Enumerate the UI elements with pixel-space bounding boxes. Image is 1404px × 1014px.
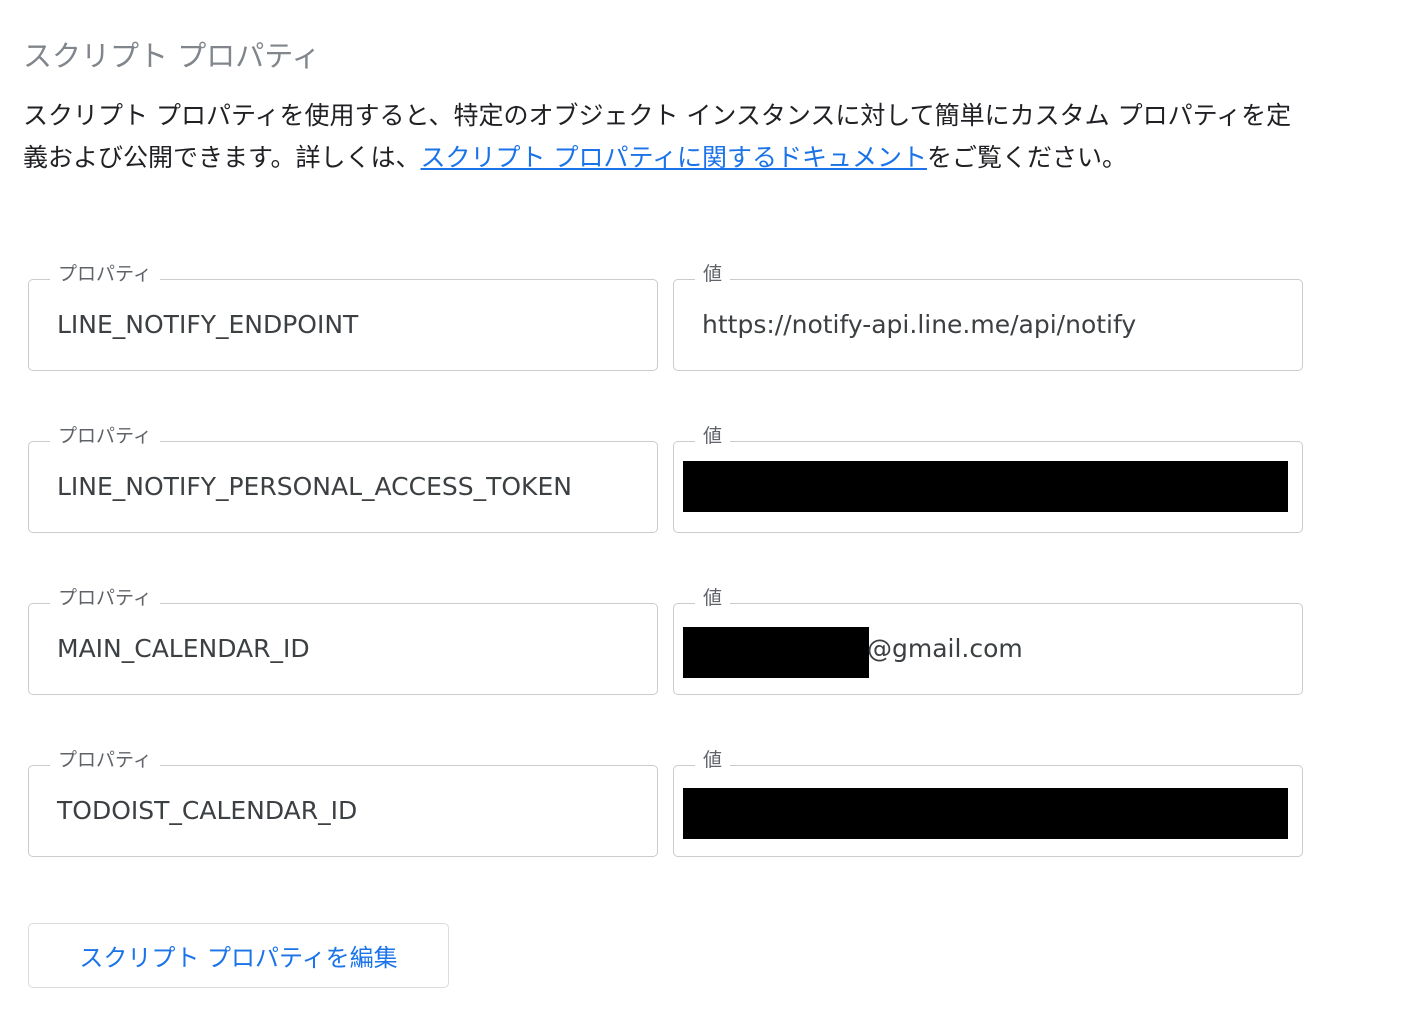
property-key-field[interactable]: プロパティ LINE_NOTIFY_PERSONAL_ACCESS_TOKEN [28,423,658,533]
section-description: スクリプト プロパティを使用すると、特定のオブジェクト インスタンスに対して簡単… [23,95,1313,179]
edit-properties-button[interactable]: スクリプト プロパティを編集 [28,923,449,988]
property-key-field[interactable]: プロパティ TODOIST_CALENDAR_ID [28,747,658,857]
property-value-label: 値 [695,423,731,449]
property-row: プロパティ TODOIST_CALENDAR_ID 値 [28,747,1304,857]
property-row: プロパティ LINE_NOTIFY_ENDPOINT 値 https://not… [28,261,1304,371]
property-key-value: LINE_NOTIFY_PERSONAL_ACCESS_TOKEN [57,472,572,501]
property-value-field[interactable]: 値 [673,747,1303,857]
property-value-field[interactable]: 値 https://notify-api.line.me/api/notify [673,261,1303,371]
property-value-label: 値 [695,261,731,287]
section-title: スクリプト プロパティ [23,39,321,73]
property-value-text: https://notify-api.line.me/api/notify [702,310,1137,339]
property-key-label: プロパティ [50,747,160,773]
property-row: プロパティ LINE_NOTIFY_PERSONAL_ACCESS_TOKEN … [28,423,1304,533]
property-value-field[interactable]: 値 [673,423,1303,533]
property-row: プロパティ MAIN_CALENDAR_ID 値 @gmail.com [28,585,1304,695]
docs-link[interactable]: スクリプト プロパティに関するドキュメント [421,143,927,172]
property-key-value: MAIN_CALENDAR_ID [57,634,310,663]
redaction-block [683,461,1288,512]
property-value-label: 値 [695,585,731,611]
redaction-block [683,788,1288,839]
property-key-label: プロパティ [50,423,160,449]
property-key-label: プロパティ [50,261,160,287]
property-value-label: 値 [695,747,731,773]
property-key-field[interactable]: プロパティ LINE_NOTIFY_ENDPOINT [28,261,658,371]
property-value-text: @gmail.com [867,634,1023,663]
property-key-field[interactable]: プロパティ MAIN_CALENDAR_ID [28,585,658,695]
property-key-label: プロパティ [50,585,160,611]
property-key-value: LINE_NOTIFY_ENDPOINT [57,310,359,339]
property-key-value: TODOIST_CALENDAR_ID [57,796,358,825]
description-text-end: をご覧ください。 [926,143,1127,172]
property-value-field[interactable]: 値 @gmail.com [673,585,1303,695]
redaction-block [683,627,869,678]
